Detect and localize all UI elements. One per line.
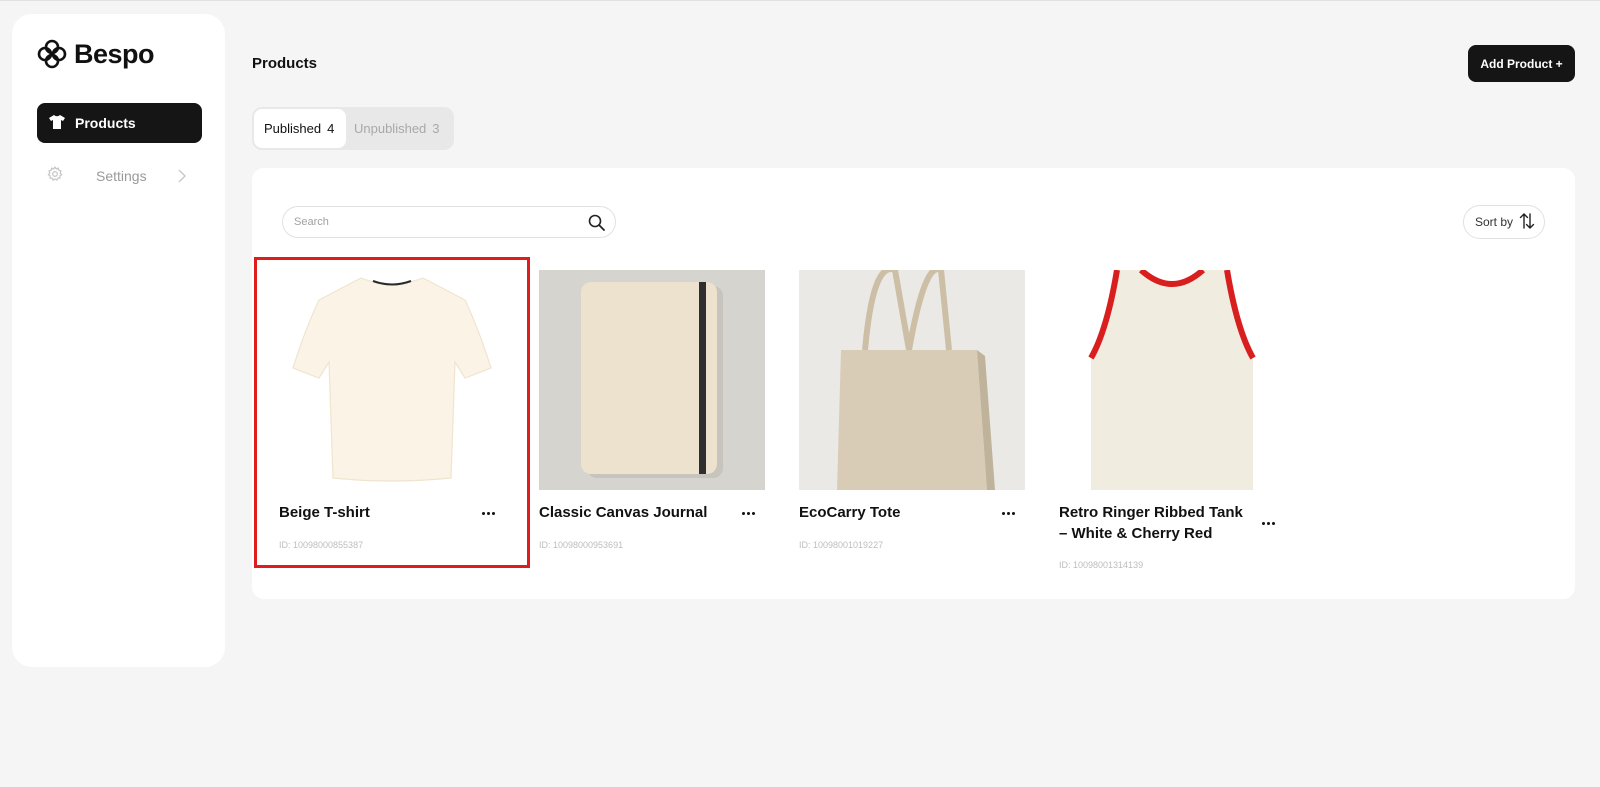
search-input[interactable] — [294, 216, 574, 228]
sidebar-item-label: Settings — [96, 168, 147, 184]
top-divider — [0, 0, 1600, 1]
tab-label: Published — [264, 121, 322, 136]
product-card-beige-tshirt[interactable]: Beige T-shirt ID: 10098000855387 — [279, 270, 505, 550]
sort-label: Sort by — [1475, 215, 1514, 229]
tab-count: 4 — [327, 121, 335, 136]
bespo-logo-icon — [37, 39, 67, 69]
publish-status-tabs: Published 4 Unpublished 3 — [252, 107, 454, 150]
product-name: EcoCarry Tote — [799, 504, 901, 521]
sort-arrows-icon — [1519, 212, 1535, 233]
sidebar-item-label: Products — [75, 115, 136, 131]
product-image — [539, 270, 765, 490]
product-card-canvas-journal[interactable]: Classic Canvas Journal ID: 1009800095369… — [539, 270, 765, 550]
product-name: Retro Ringer Ribbed Tank – White & Cherr… — [1059, 504, 1243, 542]
product-image — [1059, 270, 1285, 490]
tshirt-icon — [49, 114, 65, 132]
search-box — [282, 206, 616, 238]
product-name: Classic Canvas Journal — [539, 504, 708, 521]
products-panel: Sort by Beige T-shirt ID: 10098000855387… — [252, 168, 1575, 599]
tab-label: Unpublished — [354, 121, 427, 136]
chevron-right-icon — [177, 168, 187, 187]
more-options-icon[interactable] — [735, 504, 761, 522]
product-card-canvas-tote[interactable]: EcoCarry Tote ID: 10098001019227 — [799, 270, 1025, 550]
add-product-button[interactable]: Add Product + — [1468, 45, 1575, 82]
more-options-icon[interactable] — [1255, 514, 1281, 532]
tab-count: 3 — [432, 121, 440, 136]
more-options-icon[interactable] — [475, 504, 501, 522]
product-image — [279, 270, 505, 490]
sidebar-item-products[interactable]: Products — [37, 103, 202, 143]
sort-button[interactable]: Sort by — [1463, 205, 1545, 239]
tab-published[interactable]: Published 4 — [254, 109, 346, 148]
product-id: ID: 10098000953691 — [539, 540, 624, 550]
gear-icon — [47, 166, 63, 185]
product-id: ID: 10098001019227 — [799, 540, 884, 550]
more-options-icon[interactable] — [995, 504, 1021, 522]
search-icon[interactable] — [588, 214, 605, 236]
product-id: ID: 10098001314139 — [1059, 560, 1144, 570]
product-card-ringer-tank[interactable]: Retro Ringer Ribbed Tank – White & Cherr… — [1059, 270, 1285, 570]
tab-unpublished[interactable]: Unpublished 3 — [354, 109, 450, 148]
app-name: Bespo — [74, 38, 155, 69]
product-id: ID: 10098000855387 — [279, 540, 364, 550]
product-image — [799, 270, 1025, 490]
app-logo[interactable]: Bespo — [36, 38, 155, 70]
sidebar-item-settings[interactable]: Settings — [37, 156, 202, 196]
product-name: Beige T-shirt — [279, 504, 370, 521]
page-title: Products — [252, 55, 318, 72]
sidebar: Bespo Products Settings — [12, 14, 225, 667]
